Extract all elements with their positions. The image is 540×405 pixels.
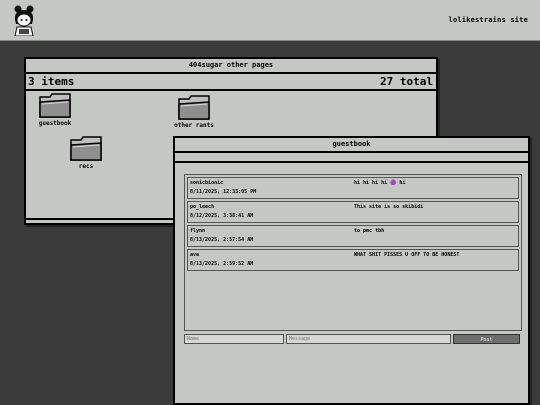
folder-icon [178, 95, 210, 120]
entry-date: 8/13/2025, 2:57:54 AM [190, 237, 254, 243]
entry-message: This site is so skibidi [354, 204, 424, 210]
folder-label: guestbook [38, 120, 72, 127]
entry-name: po_leech [190, 204, 215, 210]
list-item: flynn 8/13/2025, 2:57:54 AM to pmc tbh [187, 225, 519, 247]
list-item: sonicbionic 8/11/2025, 12:33:05 PM hi hi… [187, 177, 519, 199]
avatar[interactable] [10, 4, 38, 37]
list-item: ava 8/13/2025, 2:59:52 AM WHAT SHIT PISS… [187, 249, 519, 271]
total-count: 27 total [380, 75, 433, 88]
entry-message: WHAT SHIT PISSES U OFF TO BE HONEST [354, 252, 460, 258]
entry-message: to pmc tbh [354, 228, 385, 234]
guestbook-form: Post [184, 334, 520, 344]
folder-status-bar: 3 items 27 total [26, 74, 436, 91]
post-button[interactable]: Post [453, 334, 520, 344]
list-item: po_leech 8/12/2025, 3:38:41 AM This site… [187, 201, 519, 223]
folder-label: other rants [174, 122, 214, 129]
guestbook-entries[interactable]: sonicbionic 8/11/2025, 12:33:05 PM hi hi… [184, 174, 522, 331]
folder-label: recs [78, 163, 94, 170]
folder-recs[interactable]: recs [51, 136, 121, 170]
entry-name: flynn [190, 228, 206, 234]
entry-date: 8/12/2025, 3:38:41 AM [190, 213, 254, 219]
folder-other-rants[interactable]: other rants [159, 95, 229, 129]
site-link[interactable]: lolikestrains site [449, 16, 528, 24]
entry-date: 8/13/2025, 2:59:52 AM [190, 261, 254, 267]
entry-name: ava [190, 252, 200, 258]
folder-icon [39, 93, 71, 118]
title-divider [175, 161, 528, 163]
item-count: 3 items [28, 75, 75, 88]
folder-guestbook[interactable]: guestbook [20, 93, 90, 127]
name-input[interactable] [184, 334, 284, 344]
entry-name: sonicbionic [190, 180, 224, 186]
message-input[interactable] [286, 334, 451, 344]
folder-window-title[interactable]: 404sugar other pages [26, 59, 436, 74]
guestbook-window: guestbook sonicbionic 8/11/2025, 12:33:0… [173, 136, 530, 405]
top-bar: lolikestrains site [0, 0, 540, 41]
entry-date: 8/11/2025, 12:33:05 PM [190, 189, 257, 195]
entry-message: hi hi hi hi 🟣 hi [354, 180, 406, 186]
folder-icon [70, 136, 102, 161]
guestbook-window-title[interactable]: guestbook [175, 138, 528, 153]
